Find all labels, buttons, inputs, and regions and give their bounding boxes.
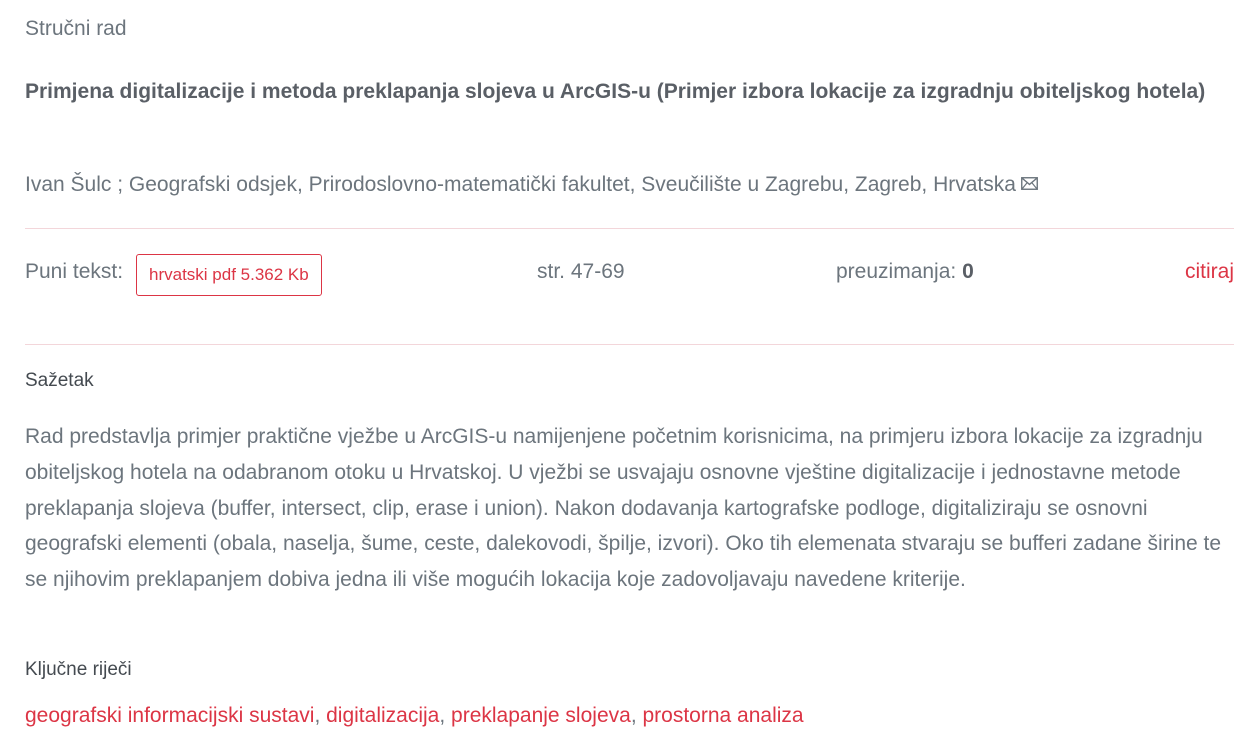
article-type: Stručni rad xyxy=(25,17,127,40)
downloads-label: preuzimanja: xyxy=(836,260,963,283)
keyword-separator: , xyxy=(630,704,643,727)
mail-icon[interactable] xyxy=(1020,172,1038,196)
keyword-link[interactable]: geografski informacijski sustavi xyxy=(25,704,314,727)
keywords-heading: Ključne riječi xyxy=(25,659,132,680)
page-range: str. 47-69 xyxy=(537,260,625,283)
keywords-list: geografski informacijski sustavi, digita… xyxy=(25,704,804,728)
abstract-heading: Sažetak xyxy=(25,370,94,391)
keyword-separator: , xyxy=(439,704,452,727)
fulltext-label: Puni tekst: xyxy=(25,260,124,283)
article-authors: Ivan Šulc ; Geografski odsjek, Prirodosl… xyxy=(25,173,1038,197)
divider xyxy=(25,344,1234,345)
keyword-separator: , xyxy=(314,704,327,727)
fulltext-row: Puni tekst: hrvatski pdf 5.362 Kb str. 4… xyxy=(25,254,1234,298)
abstract-text: Rad predstavlja primjer praktične vježbe… xyxy=(25,425,1222,592)
article-title: Primjena digitalizacije i metoda preklap… xyxy=(25,80,1206,103)
divider xyxy=(25,228,1234,229)
authors-text: Ivan Šulc ; Geografski odsjek, Prirodosl… xyxy=(25,173,1016,196)
download-count: preuzimanja: 0 xyxy=(836,260,974,284)
cite-link[interactable]: citiraj xyxy=(1185,260,1234,284)
keyword-link[interactable]: preklapanje slojeva xyxy=(451,704,631,727)
pdf-download-button[interactable]: hrvatski pdf 5.362 Kb xyxy=(136,254,322,296)
keyword-link[interactable]: digitalizacija xyxy=(326,704,439,727)
keyword-link[interactable]: prostorna analiza xyxy=(642,704,803,727)
downloads-value: 0 xyxy=(962,260,974,283)
